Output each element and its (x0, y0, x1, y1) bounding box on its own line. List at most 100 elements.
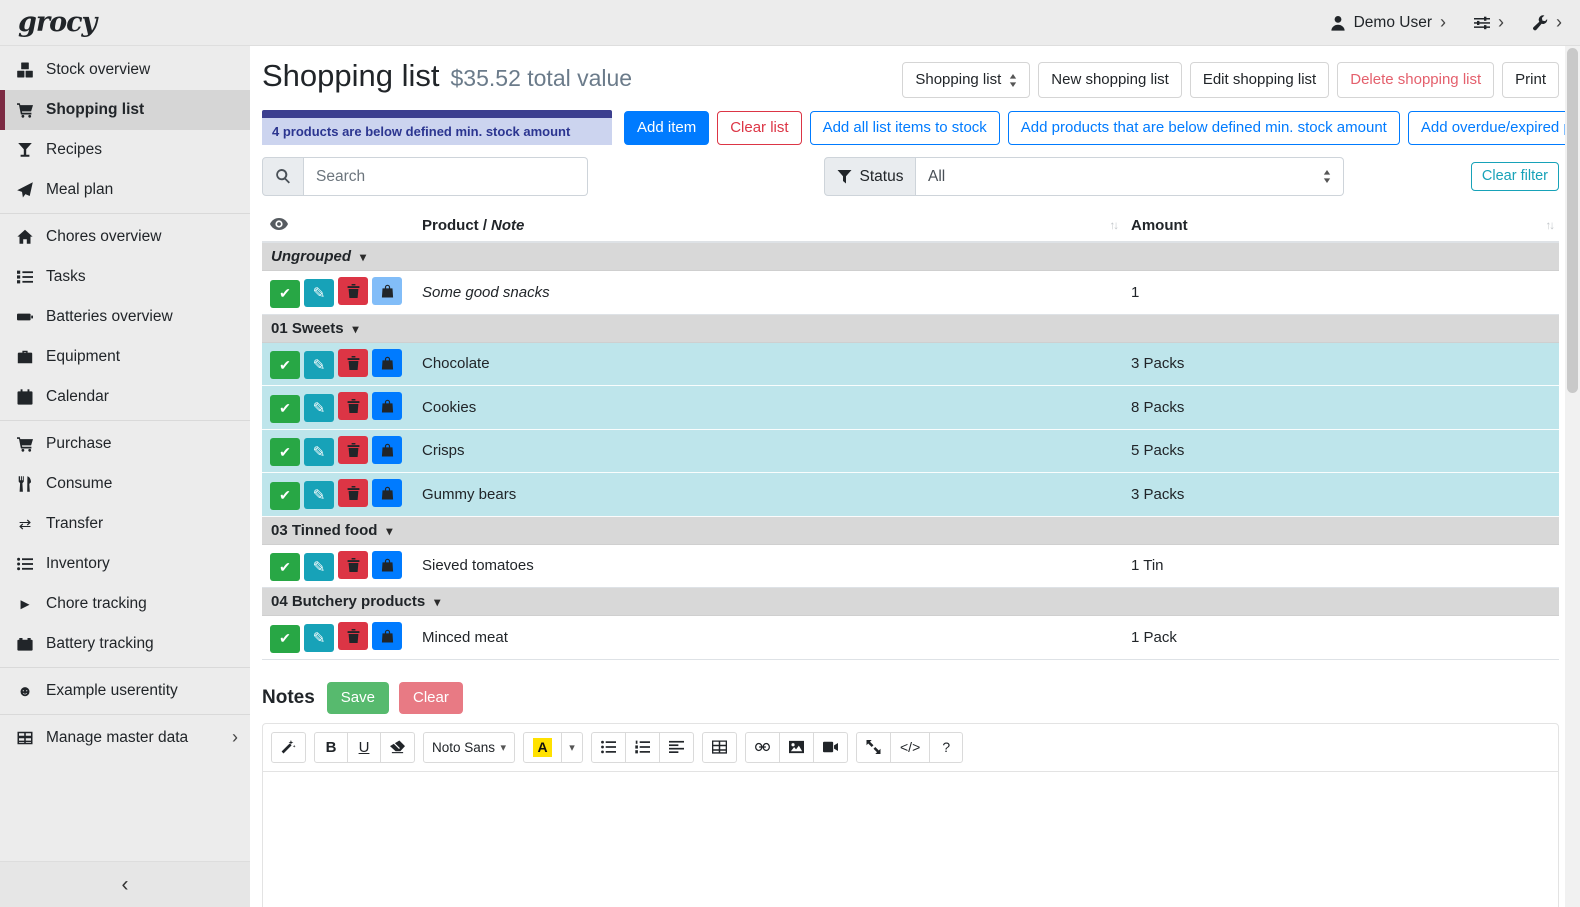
eye-icon[interactable] (270, 218, 288, 230)
admin-menu[interactable]: › (1532, 15, 1562, 31)
sidebar-item-purchase[interactable]: Purchase (0, 424, 250, 464)
bold-button[interactable]: B (314, 732, 348, 763)
product-group-header[interactable]: 04 Butchery products▾ (262, 588, 1559, 616)
insert-link-button[interactable] (745, 732, 780, 763)
sidebar-item-shopping-list[interactable]: Shopping list (0, 90, 250, 130)
sidebar-item-manage-master-data[interactable]: Manage master data› (0, 718, 250, 758)
sidebar-item-chores-overview[interactable]: Chores overview (0, 217, 250, 257)
notes-editing-area[interactable] (263, 772, 1558, 907)
mark-done-button[interactable]: ✔ (270, 625, 300, 653)
sort-icon[interactable]: ↑↓ (1546, 220, 1554, 232)
shopping-list-row: ✔✎Cookies8 Packs (262, 386, 1559, 430)
fullscreen-button[interactable] (856, 732, 891, 763)
sidebar-collapse-button[interactable]: ‹ (0, 861, 250, 907)
mark-done-button[interactable]: ✔ (270, 280, 300, 308)
app-logo[interactable]: grocy (18, 7, 96, 38)
user-menu[interactable]: Demo User › (1330, 14, 1446, 32)
highlight-color-button[interactable]: A (523, 732, 562, 763)
paragraph-align-button[interactable] (659, 732, 694, 763)
notes-save-button[interactable]: Save (327, 682, 389, 714)
ordered-list-button[interactable] (625, 732, 660, 763)
sort-icon[interactable]: ↑↓ (1110, 220, 1118, 232)
sidebar-item-inventory[interactable]: Inventory (0, 544, 250, 584)
add-to-stock-button[interactable] (372, 392, 402, 420)
scrollbar-thumb[interactable] (1567, 48, 1578, 393)
delete-item-button[interactable] (338, 551, 368, 579)
group-header-cell[interactable]: 04 Butchery products▾ (262, 588, 1559, 616)
edit-item-button[interactable]: ✎ (304, 481, 334, 509)
color-dropdown-button[interactable]: ▾ (561, 732, 583, 763)
insert-video-button[interactable] (813, 732, 848, 763)
sidebar-item-meal-plan[interactable]: Meal plan (0, 170, 250, 210)
print-button[interactable]: Print (1502, 62, 1559, 98)
search-input[interactable] (304, 157, 588, 196)
delete-item-button[interactable] (338, 436, 368, 464)
edit-item-button[interactable]: ✎ (304, 624, 334, 652)
insert-picture-button[interactable] (779, 732, 814, 763)
font-family-select[interactable]: Noto Sans ▾ (423, 732, 515, 763)
mark-done-button[interactable]: ✔ (270, 395, 300, 423)
delete-item-button[interactable] (338, 349, 368, 377)
product-group-header[interactable]: Ungrouped▾ (262, 242, 1559, 271)
edit-item-button[interactable]: ✎ (304, 279, 334, 307)
unordered-list-button[interactable] (591, 732, 626, 763)
clear-filter-button[interactable]: Clear filter (1471, 162, 1559, 191)
delete-item-button[interactable] (338, 277, 368, 305)
add-to-stock-button[interactable] (372, 349, 402, 377)
add-below-min-button[interactable]: Add products that are below defined min.… (1008, 111, 1400, 145)
edit-item-button[interactable]: ✎ (304, 351, 334, 379)
codeview-button[interactable]: </> (890, 732, 930, 763)
amount-column-header[interactable]: Amount ↑↓ (1123, 210, 1559, 242)
add-to-stock-button[interactable] (372, 436, 402, 464)
sidebar-item-consume[interactable]: Consume (0, 464, 250, 504)
group-header-cell[interactable]: Ungrouped▾ (262, 242, 1559, 271)
group-header-cell[interactable]: 03 Tinned food▾ (262, 516, 1559, 544)
product-group-header[interactable]: 01 Sweets▾ (262, 314, 1559, 342)
delete-shopping-list-button[interactable]: Delete shopping list (1337, 62, 1494, 98)
edit-item-button[interactable]: ✎ (304, 553, 334, 581)
mark-done-button[interactable]: ✔ (270, 438, 300, 466)
clear-formatting-button[interactable] (380, 732, 415, 763)
sidebar-item-battery-tracking[interactable]: Battery tracking (0, 624, 250, 664)
mark-done-button[interactable]: ✔ (270, 351, 300, 379)
mark-done-button[interactable]: ✔ (270, 553, 300, 581)
edit-item-button[interactable]: ✎ (304, 394, 334, 422)
add-to-stock-button[interactable] (372, 551, 402, 579)
add-overdue-button[interactable]: Add overdue/expired products (1408, 111, 1565, 145)
sidebar-item-equipment[interactable]: Equipment (0, 337, 250, 377)
group-header-cell[interactable]: 01 Sweets▾ (262, 314, 1559, 342)
new-shopping-list-button[interactable]: New shopping list (1038, 62, 1182, 98)
help-button[interactable]: ? (929, 732, 963, 763)
sidebar-item-stock-overview[interactable]: Stock overview (0, 50, 250, 90)
sidebar-item-chore-tracking[interactable]: ►Chore tracking (0, 584, 250, 624)
clear-list-button[interactable]: Clear list (717, 111, 801, 145)
delete-item-button[interactable] (338, 622, 368, 650)
product-group-header[interactable]: 03 Tinned food▾ (262, 516, 1559, 544)
status-select[interactable]: All (916, 157, 1344, 196)
sidebar-item-example-userentity[interactable]: ☻Example userentity (0, 671, 250, 711)
add-all-to-stock-button[interactable]: Add all list items to stock (810, 111, 1000, 145)
sidebar-item-calendar[interactable]: Calendar (0, 377, 250, 417)
sidebar-item-transfer[interactable]: ⇄Transfer (0, 504, 250, 544)
settings-menu[interactable]: › (1474, 15, 1504, 31)
exchange-icon: ⇄ (15, 515, 35, 533)
vertical-scrollbar[interactable] (1565, 46, 1580, 907)
shopping-list-selector[interactable]: Shopping list (902, 62, 1030, 98)
add-to-stock-button[interactable] (372, 277, 402, 305)
delete-item-button[interactable] (338, 479, 368, 507)
add-to-stock-button[interactable] (372, 622, 402, 650)
mark-done-button[interactable]: ✔ (270, 482, 300, 510)
sidebar-item-batteries-overview[interactable]: Batteries overview (0, 297, 250, 337)
sidebar-item-recipes[interactable]: Recipes (0, 130, 250, 170)
notes-clear-button[interactable]: Clear (399, 682, 463, 714)
add-to-stock-button[interactable] (372, 479, 402, 507)
delete-item-button[interactable] (338, 392, 368, 420)
underline-button[interactable]: U (347, 732, 381, 763)
insert-table-button[interactable] (702, 732, 737, 763)
add-item-button[interactable]: Add item (624, 111, 709, 145)
sidebar-item-tasks[interactable]: Tasks (0, 257, 250, 297)
magic-style-button[interactable] (271, 732, 306, 763)
product-column-header[interactable]: Product /Note ↑↓ (414, 210, 1123, 242)
edit-item-button[interactable]: ✎ (304, 438, 334, 466)
edit-shopping-list-button[interactable]: Edit shopping list (1190, 62, 1329, 98)
